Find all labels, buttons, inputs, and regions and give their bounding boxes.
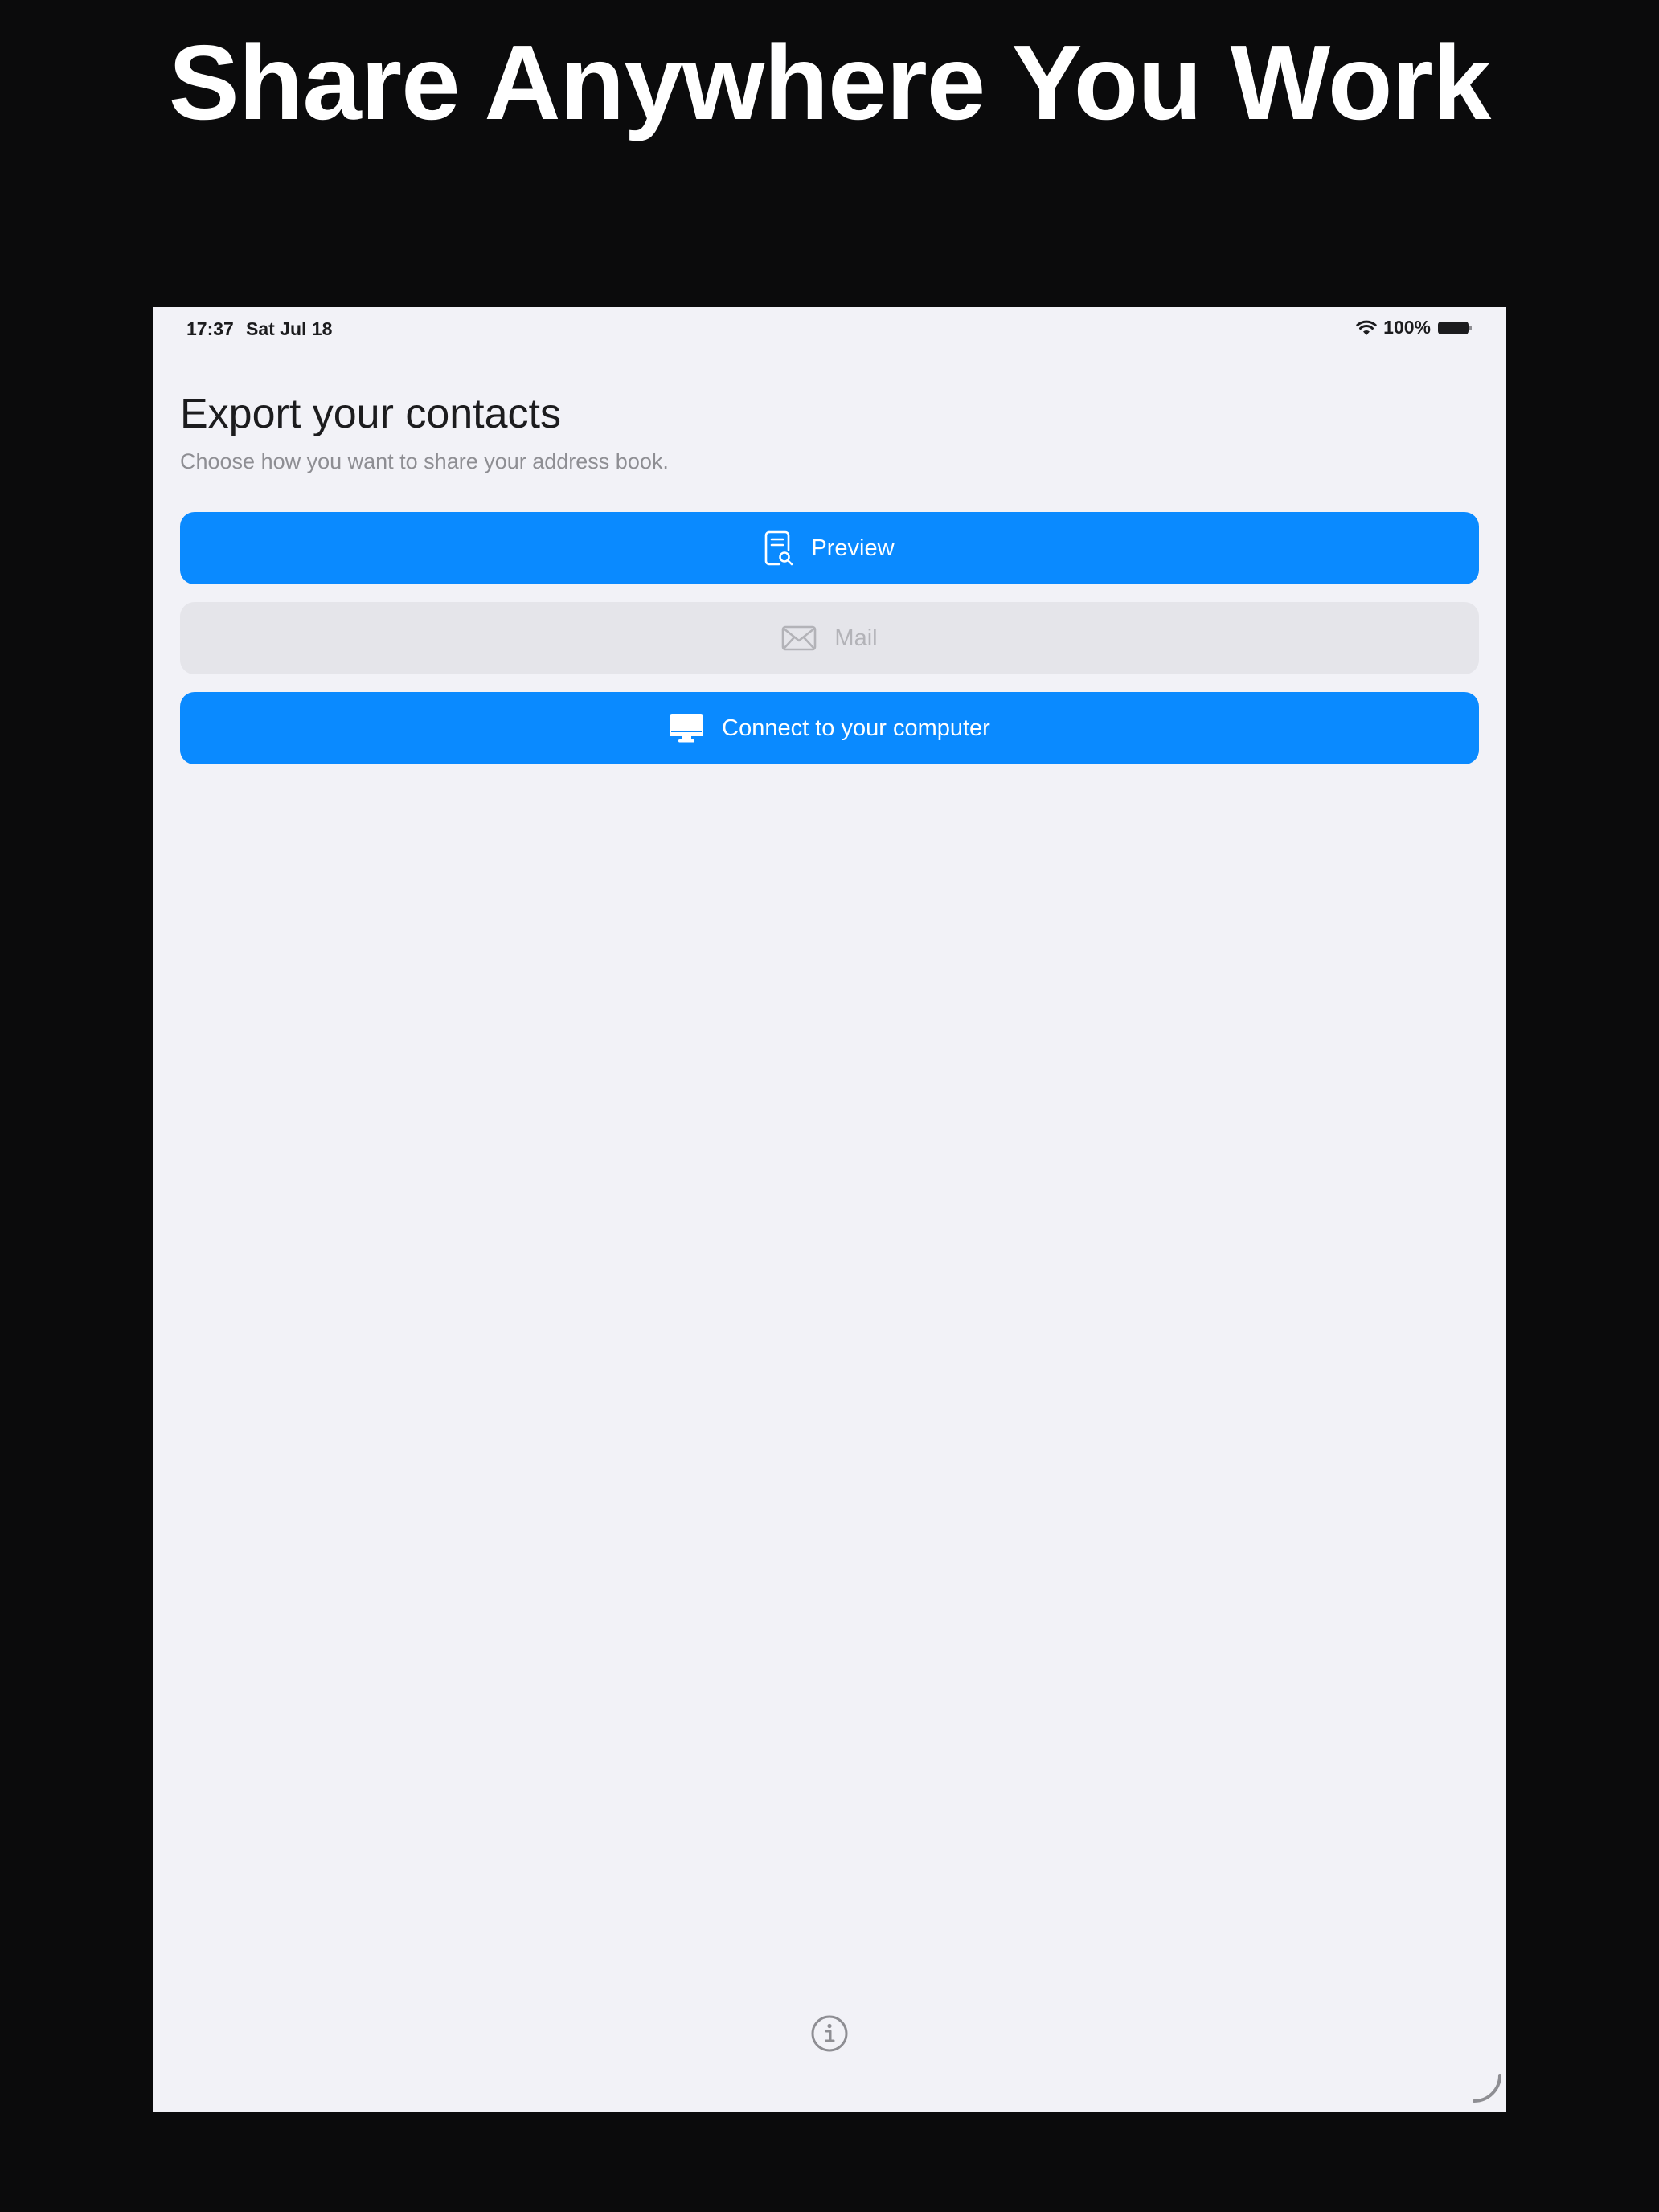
info-icon[interactable] <box>810 2014 849 2053</box>
envelope-icon <box>782 625 817 651</box>
desktop-computer-icon <box>670 714 704 743</box>
mail-button[interactable]: Mail <box>180 602 1479 674</box>
marketing-headline: Share Anywhere You Work <box>168 23 1492 141</box>
resize-grip-icon[interactable] <box>1471 2072 1503 2104</box>
connect-computer-button[interactable]: Connect to your computer <box>180 692 1479 764</box>
status-indicators: 100% <box>1356 317 1473 338</box>
preview-button[interactable]: Preview <box>180 512 1479 584</box>
battery-icon <box>1438 321 1472 334</box>
preview-button-label: Preview <box>811 535 895 561</box>
page-title: Export your contacts <box>180 391 561 437</box>
document-preview-icon <box>765 530 793 566</box>
status-bar: 17:37 Sat Jul 18 100% <box>153 307 1506 350</box>
status-time: 17:37 <box>186 318 234 339</box>
status-date: Sat Jul 18 <box>246 318 333 339</box>
mail-button-label: Mail <box>834 625 878 651</box>
device-screen: 17:37 Sat Jul 18 100% Export your contac… <box>153 307 1506 2112</box>
battery-percent: 100% <box>1383 317 1431 338</box>
wifi-icon <box>1356 320 1377 335</box>
connect-computer-button-label: Connect to your computer <box>722 715 990 741</box>
page-subtitle: Choose how you want to share your addres… <box>180 449 669 473</box>
